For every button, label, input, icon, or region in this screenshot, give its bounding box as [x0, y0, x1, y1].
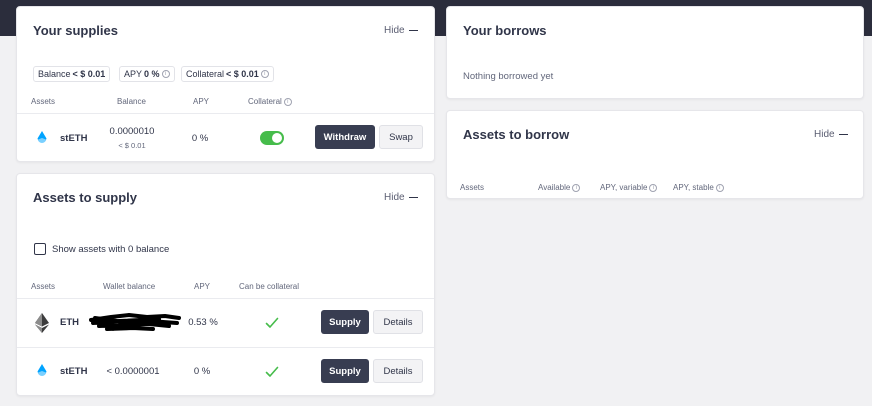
- toggle-knob: [272, 133, 282, 143]
- col-apy-variable-label: APY, variable: [600, 183, 648, 192]
- col-balance-header: Balance: [117, 97, 146, 106]
- supply-balance: 0.0000010: [109, 126, 155, 137]
- show-zero-balance-label: Show assets with 0 balance: [52, 244, 170, 255]
- withdraw-button[interactable]: Withdraw: [315, 125, 375, 149]
- show-zero-balance-checkbox[interactable]: [34, 243, 46, 255]
- apy-summary-label: APY: [124, 69, 143, 79]
- info-icon[interactable]: i: [283, 97, 292, 106]
- info-icon[interactable]: i: [715, 183, 724, 192]
- divider: [17, 113, 434, 114]
- your-borrows-card: Your borrows Nothing borrowed yet: [446, 6, 864, 99]
- details-button[interactable]: Details: [373, 359, 423, 383]
- hide-label: Hide: [384, 25, 405, 36]
- col-assets-header: Assets: [460, 183, 485, 192]
- col-can-be-collateral-header: Can be collateral: [239, 282, 300, 291]
- assets-to-supply-hide-button[interactable]: Hide: [384, 192, 418, 203]
- balance-summary-value: < $ 0.01: [72, 69, 106, 79]
- info-icon[interactable]: i: [161, 70, 170, 78]
- hide-label: Hide: [384, 192, 405, 203]
- col-collateral-header: Collateral i: [248, 97, 292, 106]
- supply-button[interactable]: Supply: [321, 310, 369, 334]
- col-apy-header: APY: [194, 282, 211, 291]
- apy-summary-pill: APY 0 % i: [119, 66, 175, 82]
- steth-drop-icon: [37, 364, 47, 376]
- supply-asset-name: ETH: [60, 317, 79, 328]
- col-wallet-balance-header: Wallet balance: [103, 282, 156, 291]
- supply-button[interactable]: Supply: [321, 359, 369, 383]
- your-borrows-title: Your borrows: [463, 23, 547, 38]
- apy-summary-value: 0 %: [144, 69, 160, 79]
- details-button[interactable]: Details: [373, 310, 423, 334]
- check-icon: [265, 317, 279, 328]
- steth-drop-icon: [37, 131, 47, 143]
- assets-to-borrow-title: Assets to borrow: [463, 127, 570, 142]
- supply-asset-wallet-balance: < 0.0000001: [106, 366, 160, 377]
- supply-apy: 0 %: [191, 133, 209, 144]
- assets-to-borrow-card: Assets to borrow Hide Assets Available i …: [446, 110, 864, 199]
- assets-to-supply-title: Assets to supply: [33, 190, 138, 205]
- divider: [17, 298, 434, 299]
- your-supplies-card: Your supplies Hide Balance < $ 0.01 APY …: [16, 6, 435, 162]
- col-assets-header: Assets: [31, 97, 56, 106]
- col-available-header: Available i: [538, 183, 581, 192]
- ethereum-icon: [35, 313, 49, 333]
- your-supplies-hide-button[interactable]: Hide: [384, 25, 418, 36]
- collateral-summary-value: < $ 0.01: [226, 69, 259, 79]
- collateral-toggle[interactable]: [260, 131, 284, 145]
- col-available-label: Available: [538, 183, 571, 192]
- col-assets-header: Assets: [31, 282, 56, 291]
- supply-asset-apy: 0.53 %: [188, 317, 218, 328]
- supply-asset-name: stETH: [60, 133, 88, 144]
- balance-summary-pill: Balance < $ 0.01: [33, 66, 111, 82]
- info-icon[interactable]: i: [260, 70, 269, 78]
- balance-summary-label: Balance: [38, 69, 71, 79]
- col-apy-stable-header: APY, stable i: [673, 183, 724, 192]
- info-icon[interactable]: i: [649, 183, 658, 192]
- col-collateral-label: Collateral: [248, 97, 282, 106]
- swap-button[interactable]: Swap: [379, 125, 423, 149]
- your-supplies-title: Your supplies: [33, 23, 118, 38]
- divider: [17, 347, 434, 348]
- supply-balance-usd: < $ 0.01: [118, 141, 146, 150]
- collateral-summary-label: Collateral: [186, 69, 225, 79]
- check-icon: [265, 366, 279, 377]
- dash-icon: [408, 196, 418, 199]
- dash-icon: [408, 29, 418, 32]
- dash-icon: [838, 133, 848, 136]
- no-borrows-text: Nothing borrowed yet: [463, 71, 554, 82]
- collateral-summary-pill: Collateral < $ 0.01 i: [181, 66, 274, 82]
- info-icon[interactable]: i: [572, 183, 581, 192]
- supply-asset-apy: 0 %: [193, 366, 211, 377]
- col-apy-header: APY: [193, 97, 210, 106]
- assets-to-borrow-hide-button[interactable]: Hide: [814, 129, 848, 140]
- redacted-wallet-balance: [89, 313, 181, 331]
- col-apy-stable-label: APY, stable: [673, 183, 714, 192]
- col-apy-variable-header: APY, variable i: [600, 183, 658, 192]
- supply-asset-name: stETH: [60, 366, 88, 377]
- hide-label: Hide: [814, 129, 835, 140]
- assets-to-supply-card: Assets to supply Hide Show assets with 0…: [16, 173, 435, 396]
